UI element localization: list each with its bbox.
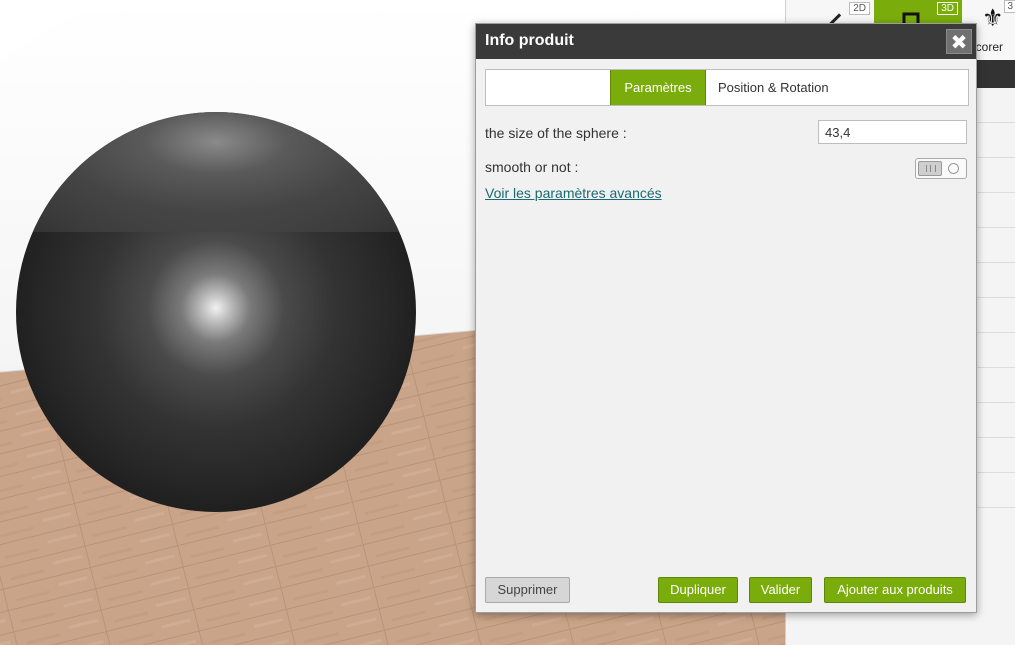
duplicate-button[interactable]: Dupliquer xyxy=(658,577,738,603)
decorate-badge: 3 xyxy=(1004,0,1015,13)
smooth-label: smooth or not : xyxy=(485,159,579,175)
dialog-tabs: Paramètres Position & Rotation xyxy=(485,69,969,106)
tab-parametres[interactable]: Paramètres xyxy=(610,70,706,105)
dialog-header[interactable]: Info produit ✖ xyxy=(476,24,976,59)
smooth-toggle[interactable] xyxy=(915,158,967,179)
tab-position-rotation[interactable]: Position & Rotation xyxy=(718,70,958,105)
dialog-title: Info produit xyxy=(485,32,574,49)
mode-2d-badge: 2D xyxy=(849,2,870,15)
sphere-highlight xyxy=(16,112,416,512)
sphere-size-label: the size of the sphere : xyxy=(485,125,627,141)
sphere-size-input[interactable] xyxy=(818,120,967,144)
toggle-off-icon xyxy=(948,163,959,174)
validate-button[interactable]: Valider xyxy=(749,577,812,603)
product-info-dialog: Info produit ✖ Paramètres Position & Rot… xyxy=(475,23,977,613)
add-to-products-button[interactable]: Ajouter aux produits xyxy=(824,577,966,603)
fleur-de-lis-icon: ⚜ xyxy=(982,4,1004,32)
tab-blank[interactable] xyxy=(486,70,610,105)
delete-button[interactable]: Supprimer xyxy=(485,577,570,603)
toggle-knob xyxy=(918,161,942,176)
close-icon[interactable]: ✖ xyxy=(946,29,972,54)
advanced-settings-link[interactable]: Voir les paramètres avancés xyxy=(485,185,662,201)
